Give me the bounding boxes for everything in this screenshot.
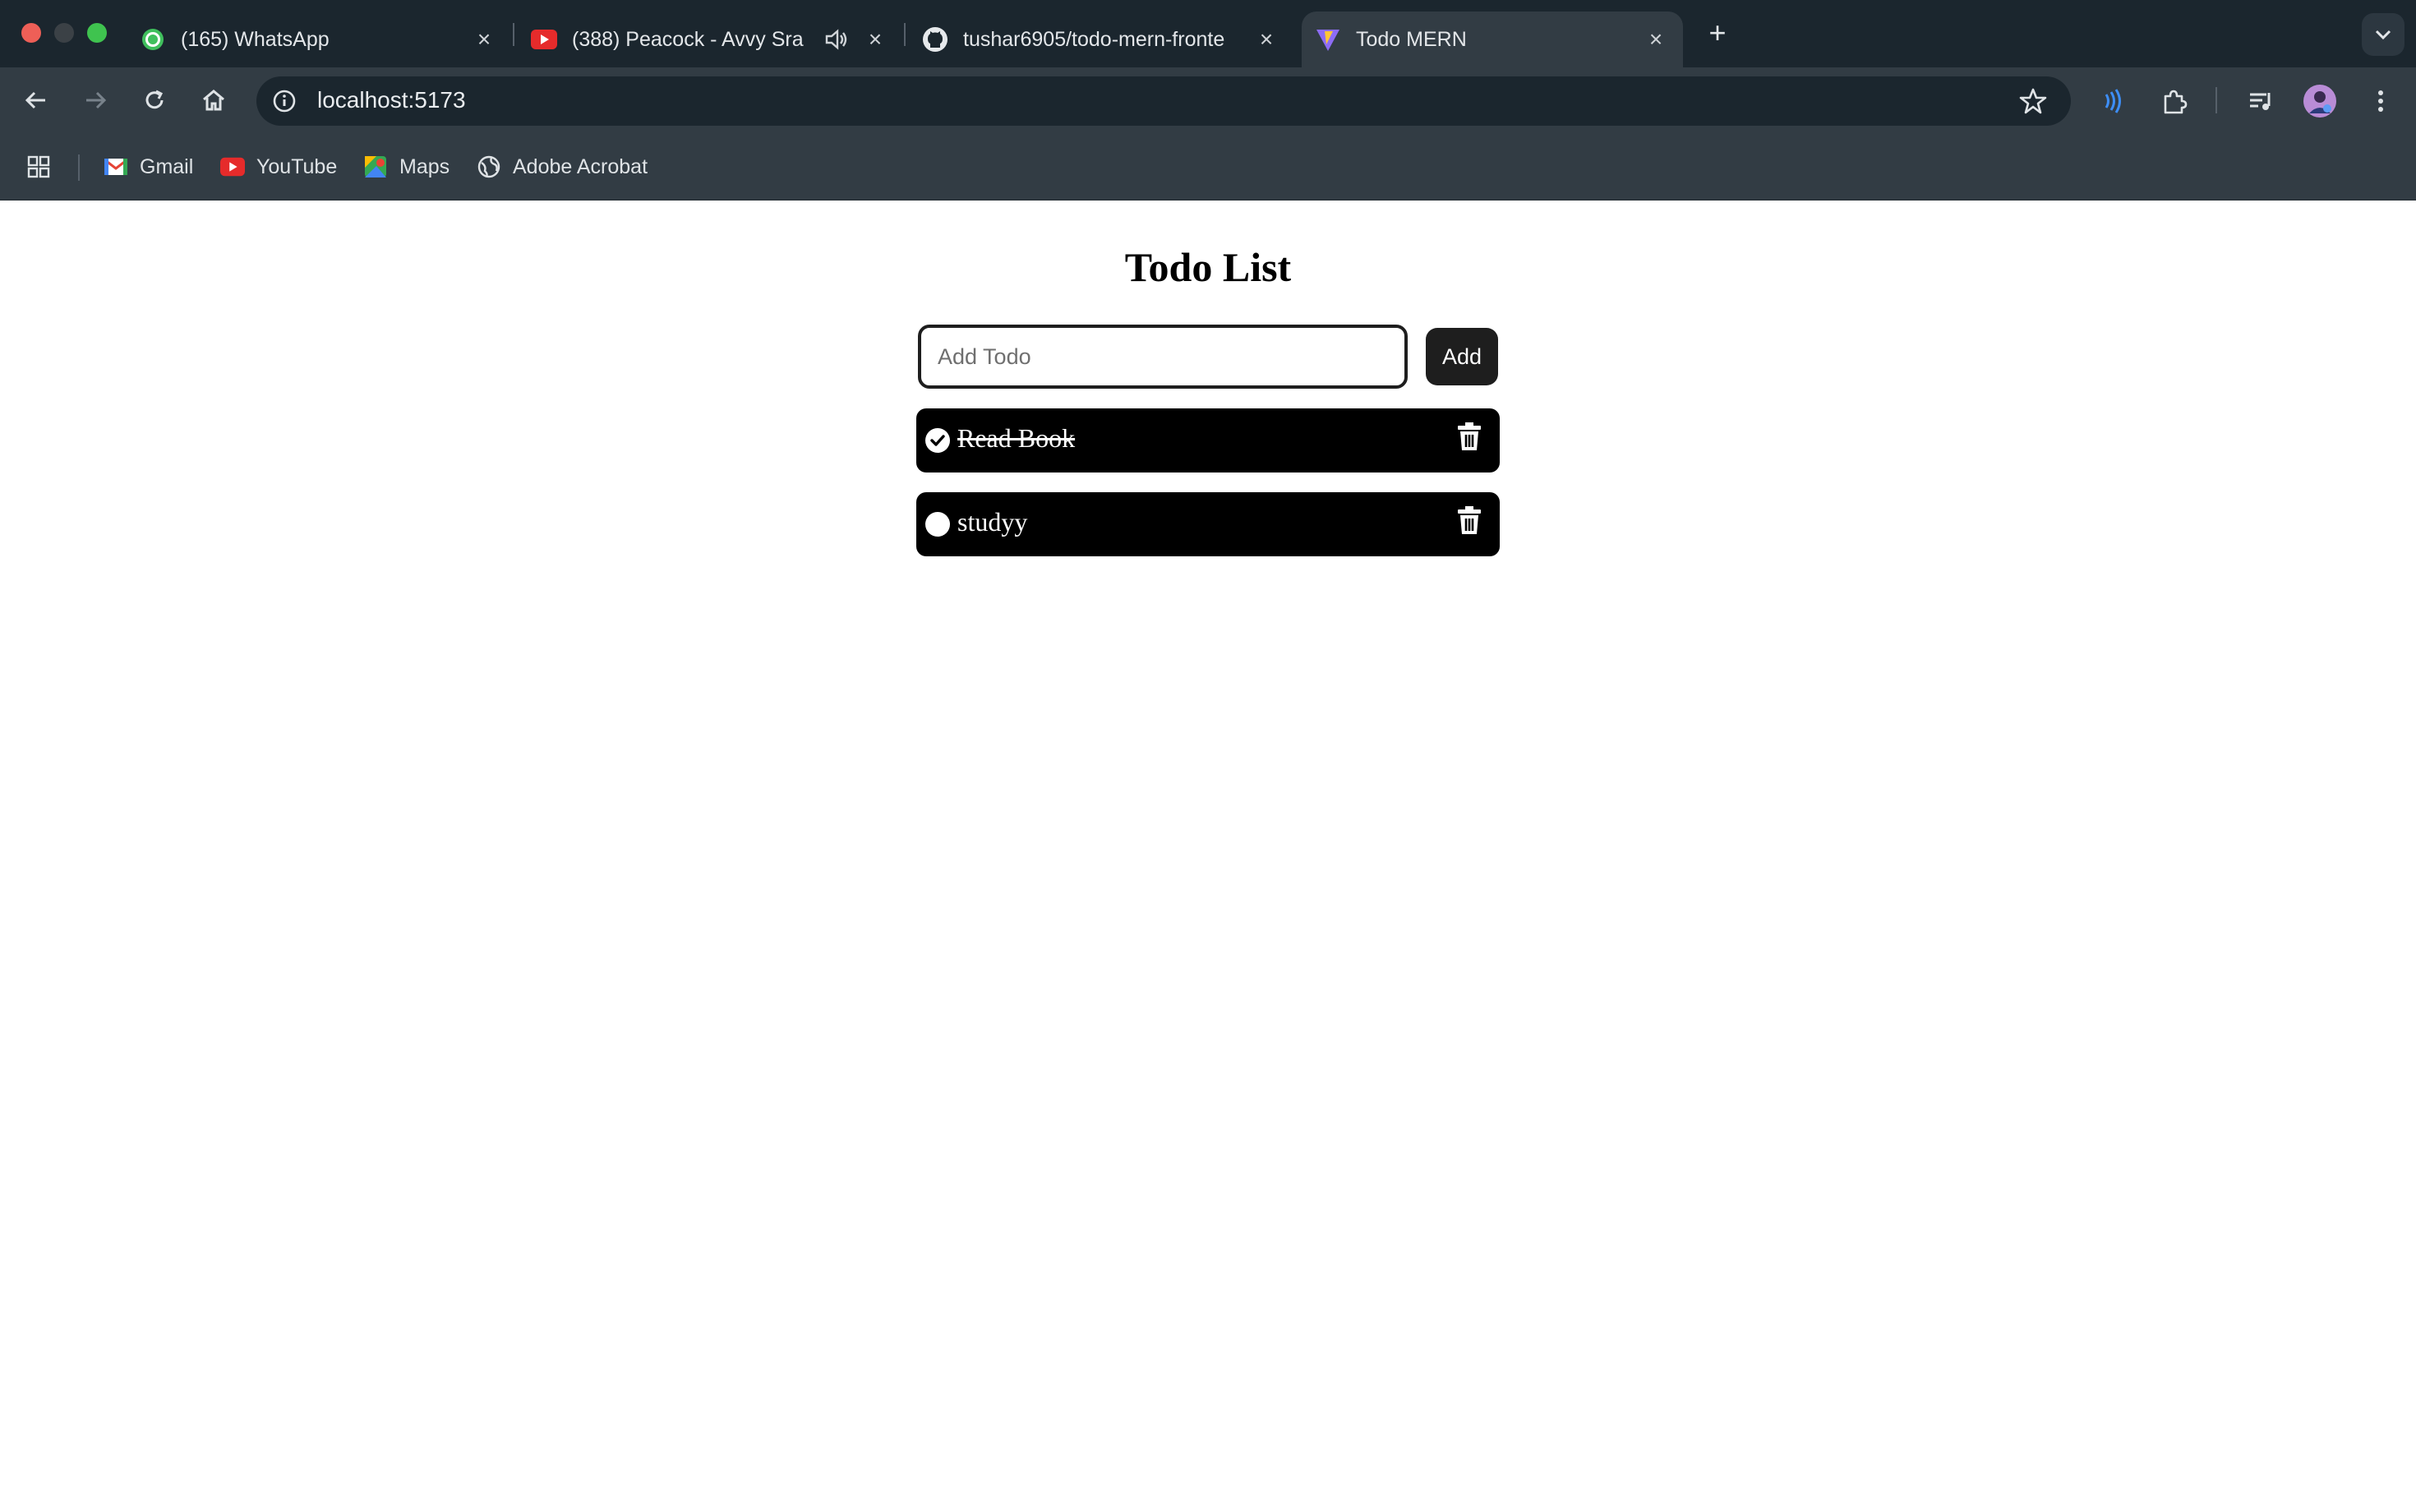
bookmark-youtube[interactable]: YouTube xyxy=(220,151,337,182)
bookmark-label: YouTube xyxy=(256,154,338,178)
unchecked-circle-icon[interactable] xyxy=(924,511,951,537)
globe-icon xyxy=(477,154,501,179)
address-bar[interactable]: localhost:5173 xyxy=(256,76,2071,126)
tab-title: (165) WhatsApp xyxy=(181,27,330,51)
reload-button[interactable] xyxy=(138,84,171,117)
media-cast-icon[interactable] xyxy=(2096,84,2130,118)
kebab-menu-icon[interactable] xyxy=(2363,84,2398,118)
close-tab-icon[interactable]: × xyxy=(470,25,498,53)
tab-title: (388) Peacock - Avvy Sra xyxy=(572,27,804,51)
home-icon xyxy=(203,90,224,111)
tab-peacock[interactable]: (388) Peacock - Avvy Sra × xyxy=(531,12,892,67)
bookmark-label: Gmail xyxy=(140,154,194,178)
toolbar-divider xyxy=(2215,87,2217,113)
bookmark-label: Maps xyxy=(399,154,450,178)
tab-title: Todo MERN xyxy=(1356,27,1467,51)
browser-toolbar: localhost:5173 xyxy=(0,67,2416,133)
bookmark-label: Adobe Acrobat xyxy=(513,154,648,178)
forward-arrow-icon xyxy=(86,91,107,109)
back-button[interactable] xyxy=(20,84,53,117)
trash-icon[interactable] xyxy=(1457,422,1482,451)
vite-icon xyxy=(1315,26,1341,53)
site-info-icon[interactable] xyxy=(271,88,297,114)
reading-list-icon[interactable] xyxy=(2243,84,2278,118)
github-icon xyxy=(922,26,948,53)
bookmark-maps[interactable]: Maps xyxy=(363,151,450,182)
bookmarks-bar: Gmail YouTube Maps Adobe Acrobat xyxy=(0,133,2416,201)
add-todo-input[interactable] xyxy=(918,325,1408,389)
forward-button[interactable] xyxy=(79,84,112,117)
maps-icon xyxy=(363,154,388,179)
back-arrow-icon xyxy=(25,91,45,109)
todo-item[interactable]: Read Book xyxy=(916,408,1500,472)
tab-divider xyxy=(513,23,514,46)
youtube-icon xyxy=(220,154,245,179)
tab-divider xyxy=(904,23,906,46)
minimize-window-button[interactable] xyxy=(54,23,74,43)
gmail-icon xyxy=(104,154,128,179)
tab-strip: (165) WhatsApp × (388) Peacock - Avvy Sr… xyxy=(0,0,2416,67)
apps-grid-button[interactable] xyxy=(26,151,62,182)
todo-item[interactable]: studyy xyxy=(916,492,1500,556)
close-tab-icon[interactable]: × xyxy=(1642,25,1670,53)
todo-text: Read Book xyxy=(957,423,1076,453)
bookmark-adobe-acrobat[interactable]: Adobe Acrobat xyxy=(477,151,648,182)
bookmark-gmail[interactable]: Gmail xyxy=(104,151,193,182)
tab-search-button[interactable] xyxy=(2362,13,2404,56)
checked-circle-icon[interactable] xyxy=(924,427,951,454)
bookmark-star-icon[interactable] xyxy=(2018,86,2048,116)
speaker-icon[interactable] xyxy=(822,25,850,53)
trash-icon[interactable] xyxy=(1457,505,1482,535)
bookmarks-divider xyxy=(78,154,80,181)
tab-github[interactable]: tushar6905/todo-mern-fronte × xyxy=(922,12,1284,67)
url-text: localhost:5173 xyxy=(317,87,466,113)
add-todo-button[interactable]: Add xyxy=(1426,328,1498,385)
tab-todo-mern[interactable]: Todo MERN × xyxy=(1302,12,1683,67)
tab-title: tushar6905/todo-mern-fronte xyxy=(963,27,1225,51)
close-tab-icon[interactable]: × xyxy=(1252,25,1280,53)
todo-text: studyy xyxy=(957,507,1028,537)
apps-grid-icon xyxy=(26,154,51,179)
tab-whatsapp[interactable]: (165) WhatsApp × xyxy=(140,12,501,67)
whatsapp-icon xyxy=(140,26,166,53)
new-tab-button[interactable]: + xyxy=(1701,16,1734,49)
youtube-icon xyxy=(531,26,557,53)
close-tab-icon[interactable]: × xyxy=(861,25,889,53)
page-title: Todo List xyxy=(1124,244,1292,290)
extensions-icon[interactable] xyxy=(2156,84,2191,118)
home-button[interactable] xyxy=(197,84,230,117)
close-window-button[interactable] xyxy=(21,23,41,43)
chevron-down-icon xyxy=(2375,30,2391,40)
maximize-window-button[interactable] xyxy=(87,23,107,43)
profile-avatar[interactable] xyxy=(2303,84,2337,118)
reload-icon xyxy=(145,90,164,109)
